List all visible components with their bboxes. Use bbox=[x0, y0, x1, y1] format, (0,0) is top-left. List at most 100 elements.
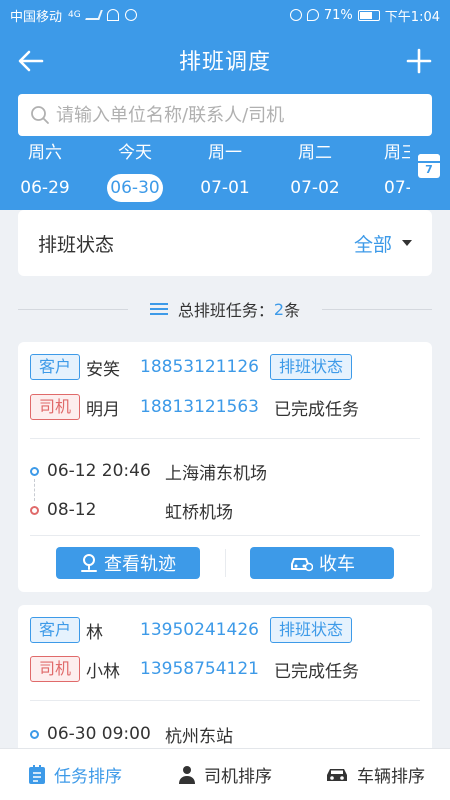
divider bbox=[322, 309, 432, 310]
status-bar: 中国移动 4G 71% 下午1:04 bbox=[0, 0, 450, 30]
driver-row: 司机 明月 18813121563 已完成任务 bbox=[30, 393, 359, 421]
date-item-today[interactable]: 今天 06-30 bbox=[100, 140, 170, 202]
end-point: 08-12 虹桥机场 bbox=[30, 498, 233, 523]
plus-icon bbox=[406, 48, 432, 74]
customer-phone[interactable]: 18853121126 bbox=[140, 357, 268, 377]
driver-phone[interactable]: 13958754121 bbox=[140, 659, 268, 679]
tab-label: 司机排序 bbox=[204, 767, 272, 787]
schedule-status-tag: 排班状态 bbox=[270, 617, 353, 643]
date-weekday: 周一 bbox=[208, 143, 242, 163]
summary-count: 2 bbox=[273, 299, 285, 319]
date-item[interactable]: 周二 07-02 bbox=[280, 140, 350, 202]
date-weekday: 周六 bbox=[28, 143, 62, 163]
driver-row: 司机 小林 13958754121 已完成任务 bbox=[30, 655, 359, 683]
task-summary: 总排班任务： 2 条 bbox=[0, 292, 450, 326]
car-return-icon bbox=[291, 558, 313, 572]
start-dot-icon bbox=[30, 466, 39, 476]
end-time: 08-12 bbox=[47, 500, 97, 520]
start-time: 06-12 20:46 bbox=[47, 461, 151, 481]
customer-row: 客户 林 13950241426 排班状态 bbox=[30, 616, 353, 644]
task-status: 已完成任务 bbox=[274, 661, 360, 682]
summary-label: 总排班任务： bbox=[177, 301, 274, 320]
task-list-icon bbox=[29, 764, 45, 784]
schedule-status-filter[interactable]: 排班状态 全部 bbox=[18, 210, 432, 276]
search-input[interactable] bbox=[56, 104, 432, 126]
carrier-label: 中国移动 bbox=[10, 9, 63, 25]
date-strip: 周六 06-29 今天 06-30 周一 07-01 周二 07-02 周三 0… bbox=[0, 140, 450, 210]
divider bbox=[30, 535, 420, 536]
driver-phone[interactable]: 18813121563 bbox=[140, 397, 268, 417]
battery-icon bbox=[357, 9, 380, 21]
chevron-down-icon bbox=[402, 240, 412, 246]
customer-tag: 客户 bbox=[30, 617, 81, 643]
return-car-button[interactable]: 收车 bbox=[250, 547, 394, 579]
person-icon bbox=[179, 765, 195, 784]
signal-icon bbox=[84, 10, 103, 20]
end-place: 虹桥机场 bbox=[165, 502, 233, 523]
date-weekday: 周二 bbox=[298, 143, 332, 163]
tab-driver-sort[interactable]: 司机排序 bbox=[150, 762, 300, 787]
date-value-selected: 06-30 bbox=[107, 174, 163, 202]
page-title: 排班调度 bbox=[178, 50, 271, 75]
customer-tag: 客户 bbox=[30, 354, 81, 380]
view-track-label: 查看轨迹 bbox=[104, 554, 176, 575]
schedule-card: 客户 林 13950241426 排班状态 司机 小林 13958754121 … bbox=[18, 605, 432, 755]
location-pin-icon bbox=[81, 554, 97, 572]
app-header: 排班调度 bbox=[0, 30, 450, 90]
end-dot-icon bbox=[30, 505, 39, 515]
search-box[interactable] bbox=[18, 94, 432, 136]
notification-icon bbox=[124, 9, 137, 21]
date-item[interactable]: 周一 07-01 bbox=[190, 140, 260, 202]
summary-unit: 条 bbox=[284, 301, 301, 320]
driver-tag: 司机 bbox=[30, 656, 81, 682]
view-track-button[interactable]: 查看轨迹 bbox=[56, 547, 200, 579]
divider bbox=[30, 438, 420, 439]
search-icon bbox=[31, 106, 49, 124]
tab-label: 车辆排序 bbox=[357, 767, 425, 787]
start-place: 上海浦东机场 bbox=[165, 463, 267, 484]
return-car-label: 收车 bbox=[319, 554, 355, 575]
schedule-card: 客户 安笑 18853121126 排班状态 司机 明月 18813121563… bbox=[18, 342, 432, 592]
customer-phone[interactable]: 13950241426 bbox=[140, 620, 268, 640]
car-icon bbox=[327, 768, 347, 781]
divider bbox=[18, 309, 128, 310]
date-value: 07-02 bbox=[290, 178, 340, 198]
driver-tag: 司机 bbox=[30, 394, 81, 420]
date-weekday: 周三 bbox=[384, 143, 410, 163]
customer-row: 客户 安笑 18853121126 排班状态 bbox=[30, 353, 353, 381]
add-button[interactable] bbox=[402, 44, 436, 78]
task-status: 已完成任务 bbox=[274, 399, 360, 420]
eye-icon bbox=[289, 9, 302, 21]
schedule-status-tag: 排班状态 bbox=[270, 354, 353, 380]
customer-name: 安笑 bbox=[86, 359, 121, 380]
tab-label: 任务排序 bbox=[54, 767, 122, 787]
filter-value[interactable]: 全部 bbox=[354, 230, 392, 257]
wifi-icon bbox=[106, 9, 119, 21]
start-point: 06-12 20:46 上海浦东机场 bbox=[30, 459, 267, 484]
date-item[interactable]: 周三 07-03 bbox=[370, 140, 410, 202]
start-place: 杭州东站 bbox=[165, 726, 233, 747]
battery-percent: 71% bbox=[323, 7, 353, 23]
date-value: 06-29 bbox=[20, 178, 70, 198]
search-bar-area bbox=[0, 90, 450, 140]
start-dot-icon bbox=[30, 729, 39, 739]
start-time: 06-30 09:00 bbox=[47, 724, 151, 744]
driver-name: 明月 bbox=[86, 399, 121, 420]
calendar-icon[interactable]: 7 bbox=[418, 154, 440, 178]
bottom-tab-bar: 任务排序 司机排序 车辆排序 bbox=[0, 748, 450, 800]
divider bbox=[30, 700, 420, 701]
tab-task-sort[interactable]: 任务排序 bbox=[0, 762, 150, 787]
tab-vehicle-sort[interactable]: 车辆排序 bbox=[300, 762, 450, 787]
date-value: 07-01 bbox=[200, 178, 250, 198]
filter-label: 排班状态 bbox=[38, 233, 115, 256]
driver-name: 小林 bbox=[86, 661, 121, 682]
divider bbox=[225, 549, 226, 577]
date-value: 07-03 bbox=[384, 178, 410, 198]
sliders-icon bbox=[149, 301, 168, 317]
network-label: 4G bbox=[68, 10, 81, 20]
clock: 下午1:04 bbox=[384, 9, 440, 25]
start-point: 06-30 09:00 杭州东站 bbox=[30, 722, 233, 747]
customer-name: 林 bbox=[86, 622, 104, 643]
date-item[interactable]: 周六 06-29 bbox=[10, 140, 80, 202]
date-weekday: 今天 bbox=[118, 143, 152, 163]
